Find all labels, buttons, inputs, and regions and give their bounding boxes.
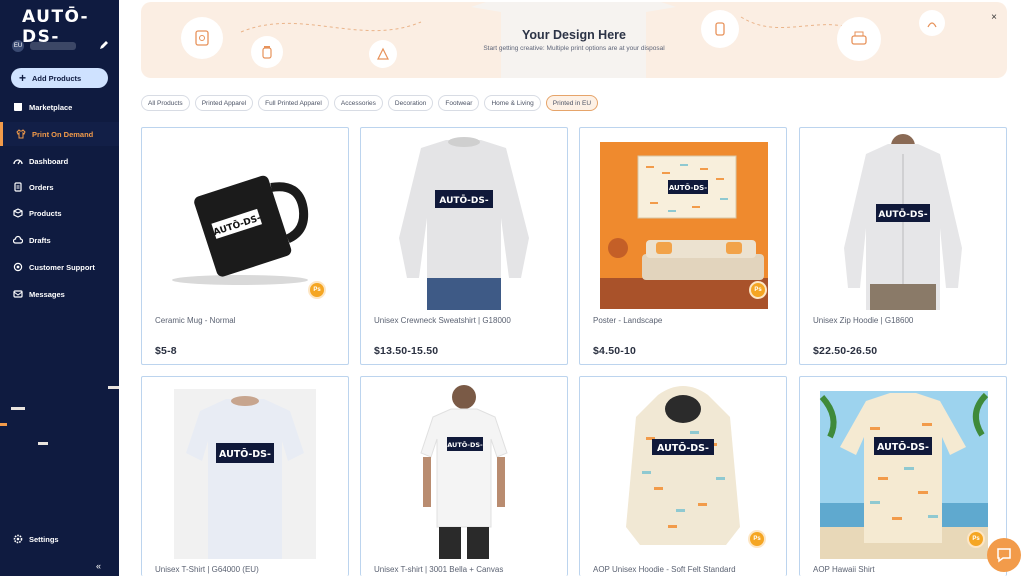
user-region-badge: EU [12,40,24,52]
sidebar-item-marketplace[interactable]: Marketplace [0,95,119,119]
banner-title: Your Design Here [522,28,626,42]
sidebar-item-products[interactable]: Products [0,201,119,225]
product-image-sweatshirt: AUTŌ-DS- [394,137,534,310]
sidebar-item-drafts[interactable]: Drafts [0,228,119,252]
product-price: $5-8 [155,345,177,357]
product-name: Ceramic Mug - Normal [155,316,236,325]
sweatshirt-print-text: AUTŌ-DS- [439,195,488,206]
product-card[interactable]: AUTŌ-DS- Ps AOP Unisex Hoodie - Soft Fel… [579,376,787,576]
product-name: Unisex T-shirt | 3001 Bella + Canvas [374,565,504,574]
decorative-line [0,423,7,426]
photoshop-badge[interactable]: Ps [308,281,326,299]
filter-footwear[interactable]: Footwear [438,95,480,111]
user-row[interactable]: EU [12,39,110,53]
gear-icon [13,534,23,544]
chat-icon [997,548,1011,563]
tshirt-bella-print-text: AUTŌ-DS- [447,440,483,449]
box-icon [13,208,23,218]
hawaii-shirt-print-text: AUTŌ-DS- [877,442,929,453]
product-image-tshirt-bella-canvas: AUTŌ-DS- [401,385,527,559]
poster-print-text: AUTŌ-DS- [669,183,707,192]
sidebar-item-print-on-demand[interactable]: Print On Demand [0,122,119,146]
sidebar: AUTŌ-DS- EU + Add Products Marketplace P… [0,0,119,576]
product-price: $13.50-15.50 [374,345,439,357]
photoshop-badge[interactable]: Ps [748,530,766,548]
product-card[interactable]: AUTŌ-DS- Ps Ceramic Mug - Normal $5-8 [141,127,349,365]
zip-hoodie-print-text: AUTŌ-DS- [878,209,927,220]
decorative-line [108,386,119,389]
sidebar-item-label: Customer Support [29,262,95,272]
product-name: Poster - Landscape [593,316,663,325]
sidebar-item-label: Products [29,208,62,218]
document-icon [14,182,22,192]
sidebar-item-orders[interactable]: Orders [0,175,119,199]
sidebar-item-label: Settings [29,534,59,544]
decorative-line [38,442,48,445]
product-card[interactable]: AUTŌ-DS- Unisex T-Shirt | G64000 (EU) [141,376,349,576]
product-name: Unisex Crewneck Sweatshirt | G18000 [374,316,511,325]
product-price: $22.50-26.50 [813,345,878,357]
sidebar-item-label: Print On Demand [32,129,94,139]
sidebar-item-messages[interactable]: Messages [0,282,119,306]
product-card[interactable]: AUTŌ-DS- Unisex T-shirt | 3001 Bella + C… [360,376,568,576]
product-card[interactable]: AUTŌ-DS- Ps AOP Hawaii Shirt [799,376,1007,576]
support-icon [13,262,23,272]
filter-home-living[interactable]: Home & Living [484,95,541,111]
product-price: $4.50-10 [593,345,637,357]
aop-hoodie-print-text: AUTŌ-DS- [657,443,709,454]
product-card[interactable]: AUTŌ-DS- Unisex Zip Hoodie | G18600 $22.… [799,127,1007,365]
decorative-line [11,407,25,410]
sidebar-item-label: Drafts [29,235,51,245]
collapse-sidebar-button[interactable]: « [96,561,101,571]
banner-subtitle: Start getting creative: Multiple print o… [483,45,665,52]
add-products-label: Add Products [32,73,82,83]
filter-all-products[interactable]: All Products [141,95,190,111]
sidebar-item-settings[interactable]: Settings [0,527,119,551]
shirt-icon [16,129,26,139]
cloud-icon [13,235,23,244]
filter-full-printed-apparel[interactable]: Full Printed Apparel [258,95,329,111]
design-banner: Your Design Here Start getting creative:… [141,2,1007,78]
add-products-button[interactable]: + Add Products [11,68,108,88]
user-name-redacted [30,42,76,50]
mail-icon [13,290,23,298]
filter-accessories[interactable]: Accessories [333,95,383,111]
product-card[interactable]: AUTŌ-DS- Unisex Crewneck Sweatshirt | G1… [360,127,568,365]
sidebar-item-label: Dashboard [29,156,69,166]
store-icon [14,103,22,111]
product-image-zip-hoodie: AUTŌ-DS- [840,134,966,310]
filter-decoration[interactable]: Decoration [387,95,434,111]
chat-button[interactable] [987,538,1021,572]
plus-icon: + [19,71,27,85]
product-image-tshirt-g64000: AUTŌ-DS- [174,389,316,559]
pencil-icon[interactable] [98,39,110,51]
product-name: AOP Unisex Hoodie - Soft Felt Standard [593,565,736,574]
sidebar-item-dashboard[interactable]: Dashboard [0,149,119,173]
close-icon[interactable]: × [991,12,997,23]
category-filters: All Products Printed Apparel Full Printe… [141,95,599,112]
product-name: Unisex Zip Hoodie | G18600 [813,316,914,325]
gauge-icon [13,159,23,165]
sidebar-item-customer-support[interactable]: Customer Support [0,255,119,279]
tshirt-g64000-print-text: AUTŌ-DS- [219,449,271,460]
filter-printed-apparel[interactable]: Printed Apparel [194,95,254,111]
product-name: Unisex T-Shirt | G64000 (EU) [155,565,259,574]
photoshop-badge[interactable]: Ps [749,281,767,299]
photoshop-badge[interactable]: Ps [967,530,985,548]
filter-printed-in-eu[interactable]: Printed in EU [545,95,599,111]
sidebar-item-label: Messages [29,289,65,299]
product-card[interactable]: AUTŌ-DS- Ps Poster - Landscape $4.50-10 [579,127,787,365]
sidebar-item-label: Orders [29,182,54,192]
sidebar-item-label: Marketplace [29,102,73,112]
product-name: AOP Hawaii Shirt [813,565,875,574]
